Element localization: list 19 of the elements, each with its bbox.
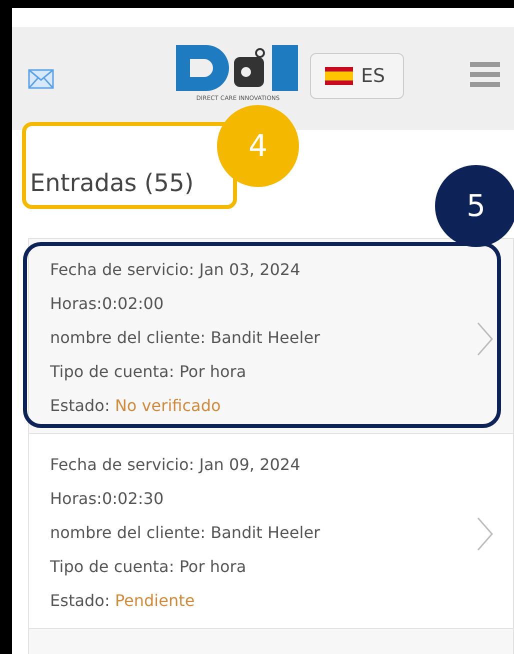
entry-field: Tipo de cuenta: Por hora xyxy=(50,361,246,383)
entry-field: Fecha de servicio: Jan 09, 2024 xyxy=(50,454,300,476)
chevron-right-icon[interactable] xyxy=(477,322,493,356)
menu-icon[interactable] xyxy=(470,62,500,87)
page-title: Entradas (55) xyxy=(30,169,194,197)
entry-field: Horas:0:02:30 xyxy=(50,488,164,510)
language-button[interactable]: ES xyxy=(310,52,404,98)
entry-card[interactable]: Fecha de servicio: Jan 09, 2024 Horas:0:02:30 nombre del cliente: Bandit Heeler Tipo de cuenta: Por hora Estado: Pendiente xyxy=(28,433,514,629)
chevron-right-icon[interactable] xyxy=(477,517,493,551)
entry-field: Horas:0:02:00 xyxy=(50,293,164,315)
entry-status: Estado: No verificado xyxy=(50,395,221,417)
entry-field: nombre del cliente: Bandit Heeler xyxy=(50,327,320,349)
flag-icon xyxy=(325,66,353,84)
entry-status: Estado: Pendiente xyxy=(50,590,195,612)
entry-field: nombre del cliente: Bandit Heeler xyxy=(50,522,320,544)
entry-field: Tipo de cuenta: Por hora xyxy=(50,556,246,578)
callout-badge: 5 xyxy=(435,165,514,247)
entry-field: Fecha de servicio: Jan 03, 2024 xyxy=(50,259,300,281)
mail-icon[interactable] xyxy=(28,68,54,88)
